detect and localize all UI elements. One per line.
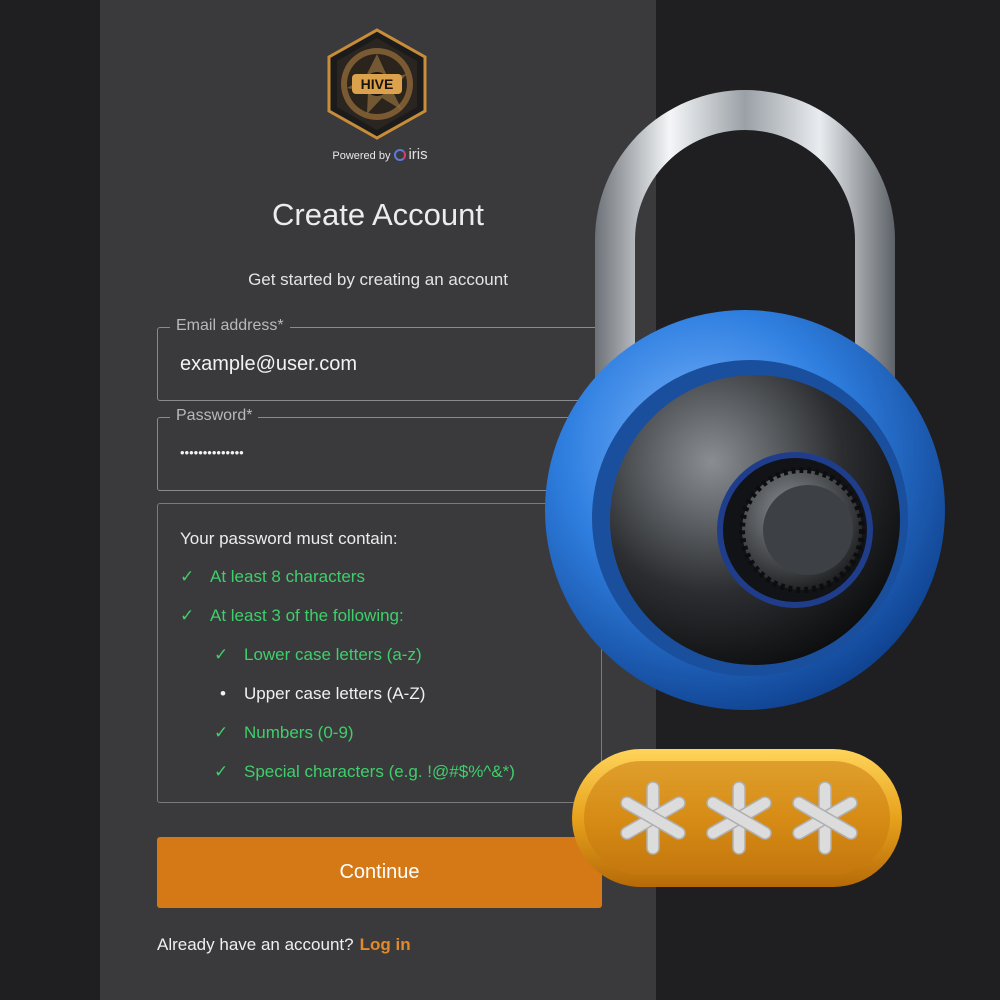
requirement-text: Special characters (e.g. !@#$%^&*) — [244, 762, 515, 781]
email-label: Email address* — [170, 317, 290, 335]
requirement-item: • Upper case letters (A-Z) — [214, 684, 425, 704]
check-icon: ✓ — [214, 723, 229, 742]
login-prompt: Already have an account? — [157, 935, 354, 954]
powered-by-label: Powered by — [332, 150, 391, 162]
password-requirements: Your password must contain: ✓ At least 8 … — [157, 503, 602, 803]
requirement-text: At least 3 of the following: — [210, 606, 404, 625]
continue-button[interactable]: Continue — [157, 837, 602, 908]
requirement-text: Lower case letters (a-z) — [244, 645, 422, 664]
login-prompt-line: Already have an account? Log in — [157, 935, 411, 955]
padlock-icon — [545, 90, 945, 710]
hive-logo-icon: HIVE — [327, 28, 427, 140]
iris-brand: iris — [408, 146, 428, 163]
check-icon: ✓ — [180, 606, 195, 625]
requirement-item: ✓ At least 3 of the following: — [180, 606, 404, 626]
email-field[interactable]: Email address* example@user.com — [157, 317, 602, 401]
check-icon: ✓ — [214, 762, 229, 781]
requirement-item: ✓ Special characters (e.g. !@#$%^&*) — [214, 762, 515, 782]
password-input[interactable]: •••••••••••••• — [180, 445, 244, 460]
requirement-text: Numbers (0-9) — [244, 723, 354, 742]
requirement-item: ✓ Numbers (0-9) — [214, 723, 354, 743]
requirement-text: Upper case letters (A-Z) — [244, 684, 426, 703]
password-label: Password* — [170, 407, 259, 425]
password-field[interactable]: Password* •••••••••••••• — [157, 407, 602, 491]
logo-text: HIVE — [361, 76, 394, 92]
requirement-text: At least 8 characters — [210, 567, 365, 586]
requirements-heading: Your password must contain: — [180, 529, 398, 548]
password-asterisks-icon — [572, 749, 902, 887]
requirement-item: ✓ Lower case letters (a-z) — [214, 645, 422, 665]
iris-logo-icon — [394, 149, 407, 161]
check-icon: ✓ — [214, 645, 229, 664]
powered-by: Powered by iris — [300, 146, 460, 163]
login-link[interactable]: Log in — [360, 935, 411, 954]
requirement-item: ✓ At least 8 characters — [180, 567, 365, 587]
bullet-icon: • — [220, 684, 226, 703]
email-input[interactable]: example@user.com — [180, 353, 357, 376]
check-icon: ✓ — [180, 567, 195, 586]
